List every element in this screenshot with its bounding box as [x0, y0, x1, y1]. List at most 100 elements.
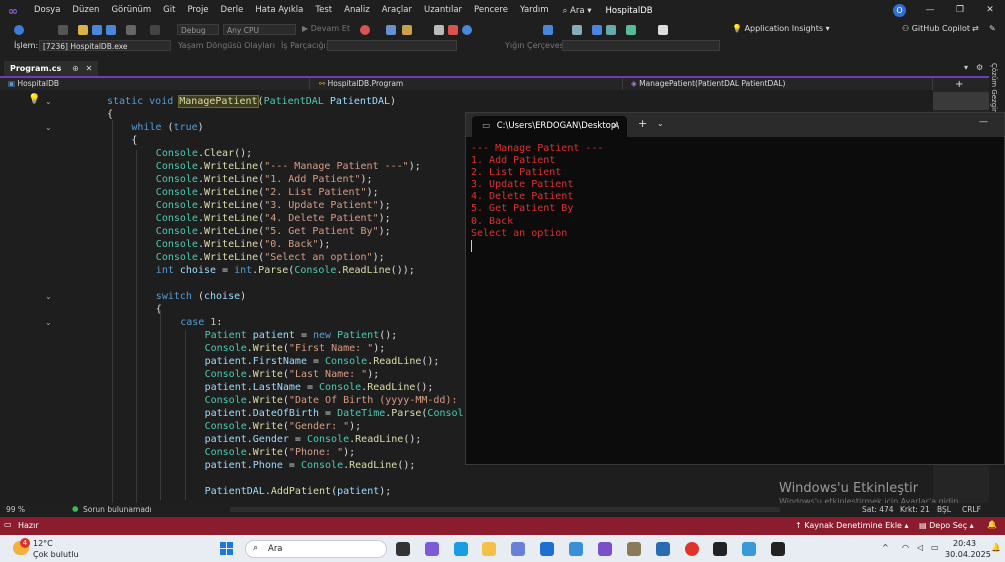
tab-dropdown-icon[interactable]: ▾ — [964, 63, 968, 72]
comment-icon[interactable] — [626, 25, 636, 35]
code-line[interactable]: Console.WriteLine("5. Get Patient By"); — [156, 225, 391, 238]
open-folder-icon[interactable] — [78, 25, 88, 35]
solution-explorer-tab[interactable]: Çözüm Gezgini — [990, 63, 998, 116]
code-line[interactable]: case 1: — [180, 316, 222, 329]
class-dropdown[interactable]: ⚯ HospitalDB.Program — [316, 78, 623, 90]
window-icon[interactable] — [592, 25, 602, 35]
pin-icon[interactable]: ⊕ — [72, 64, 79, 73]
remote-desktop-icon[interactable] — [569, 542, 583, 556]
platform-dropdown[interactable]: Any CPU — [223, 24, 296, 35]
code-line[interactable]: PatientDAL.AddPatient(patient); — [205, 485, 392, 498]
collapse-arrow-icon[interactable]: ⌄ — [45, 292, 52, 301]
code-line[interactable]: while (true) — [131, 121, 203, 134]
outlook-icon[interactable] — [540, 542, 554, 556]
code-line[interactable]: patient.Phone = Console.ReadLine(); — [205, 459, 416, 472]
code-line[interactable]: patient.LastName = Console.ReadLine(); — [205, 381, 434, 394]
file-explorer-icon[interactable] — [482, 542, 496, 556]
output-icon[interactable]: ▭ — [4, 520, 12, 529]
notepad-icon[interactable] — [656, 542, 670, 556]
project-dropdown[interactable]: ▣ HospitalDB — [5, 78, 310, 90]
stop-icon[interactable] — [448, 25, 458, 35]
code-line[interactable]: switch (choise) — [156, 290, 246, 303]
code-line[interactable]: static void ManagePatient(PatientDAL Pat… — [107, 95, 396, 108]
menu-yardim[interactable]: Yardım — [514, 0, 555, 21]
save-icon[interactable] — [92, 25, 102, 35]
tab-menu-chevron-icon[interactable]: ⌄ — [657, 119, 664, 128]
close-button[interactable]: ✕ — [975, 0, 1005, 21]
code-line[interactable]: Console.WriteLine("--- Manage Patient --… — [156, 160, 421, 173]
restart-icon[interactable] — [462, 25, 472, 35]
code-line[interactable]: int choise = int.Parse(Console.ReadLine(… — [156, 264, 415, 277]
tray-chevron-icon[interactable]: ^ — [882, 543, 889, 552]
stack-frame-dropdown[interactable] — [562, 40, 720, 51]
code-line[interactable]: Console.WriteLine("0. Back"); — [156, 238, 331, 251]
lightbulb-icon[interactable]: 💡 — [28, 94, 40, 105]
format-icon[interactable] — [606, 25, 616, 35]
line-ending[interactable]: CRLF — [962, 505, 981, 514]
zoom-level[interactable]: 99 % — [6, 505, 25, 514]
menu-hata-ayikla[interactable]: Hata Ayıkla — [249, 0, 309, 21]
minimap-viewport[interactable] — [933, 92, 989, 110]
battery-icon[interactable]: ▭ — [931, 543, 939, 552]
lifecycle-events-button[interactable]: Yaşam Döngüsü Olayları — [178, 41, 275, 50]
back-icon[interactable] — [58, 25, 68, 35]
edge-icon[interactable] — [454, 542, 468, 556]
breakpoint-icon[interactable] — [572, 25, 582, 35]
application-insights-button[interactable]: 💡 Application Insights ▾ — [732, 24, 830, 33]
line-number[interactable]: Sat: 474 — [862, 505, 894, 514]
copilot-app-icon[interactable] — [425, 542, 439, 556]
epic-games-icon[interactable] — [713, 542, 727, 556]
minimize-button[interactable]: — — [915, 0, 945, 21]
hot-reload-icon[interactable] — [360, 25, 370, 35]
code-line[interactable]: Console.Write("Phone: "); — [205, 446, 356, 459]
weather-desc[interactable]: Çok bulutlu — [33, 550, 79, 559]
code-line[interactable]: { — [131, 134, 137, 147]
menu-git[interactable]: Git — [157, 0, 181, 21]
diagnostics-icon[interactable] — [386, 25, 396, 35]
terminal-minimize-button[interactable]: — — [979, 117, 988, 127]
terminal-output[interactable]: --- Manage Patient --- 1. Add Patient 2. L… — [471, 143, 603, 253]
weather-temp[interactable]: 12°C — [33, 539, 53, 548]
bookmark-icon[interactable] — [658, 25, 668, 35]
notification-bell-icon[interactable]: 🔔 — [991, 543, 1001, 552]
feedback-icon[interactable]: ✎ — [989, 24, 996, 33]
app-icon[interactable] — [511, 542, 525, 556]
menu-pencere[interactable]: Pencere — [468, 0, 514, 21]
search-button[interactable]: ⌕ Ara ▾ — [563, 6, 592, 16]
member-dropdown[interactable]: ◈ ManagePatient(PatientDAL PatientDAL) — [628, 78, 933, 90]
code-line[interactable]: Console.Clear(); — [156, 147, 252, 160]
collapse-arrow-icon[interactable]: ⌄ — [45, 97, 52, 106]
code-line[interactable]: Console.Write("Last Name: "); — [205, 368, 380, 381]
undo-icon[interactable] — [126, 25, 136, 35]
tab-program-cs[interactable]: Program.cs ⊕ ✕ — [4, 61, 99, 76]
menu-derle[interactable]: Derle — [215, 0, 250, 21]
menu-araclar[interactable]: Araçlar — [376, 0, 418, 21]
code-line[interactable]: Console.Write("First Name: "); — [205, 342, 386, 355]
issues-label[interactable]: Sorun bulunamadı — [83, 505, 152, 514]
add-split-icon[interactable]: + — [955, 79, 963, 90]
terminal-tab[interactable]: ▭ C:\Users\ERDOGAN\Desktop\ ✕ — [472, 116, 627, 137]
code-line[interactable]: Console.Write("Date Of Birth (yyyy-MM-dd… — [205, 394, 464, 407]
menu-proje[interactable]: Proje — [181, 0, 214, 21]
events-icon[interactable] — [402, 25, 412, 35]
clock-time[interactable]: 20:43 — [953, 539, 976, 548]
snipping-tool-icon[interactable] — [742, 542, 756, 556]
wifi-icon[interactable]: ◠ — [902, 543, 909, 552]
maximize-button[interactable]: ❐ — [945, 0, 975, 21]
live-share-icon[interactable]: ⇄ — [972, 24, 979, 33]
code-line[interactable]: Console.WriteLine("3. Update Patient"); — [156, 199, 391, 212]
continue-button[interactable]: ▶ Devam Et — [302, 24, 350, 33]
code-line[interactable]: patient.FirstName = Console.ReadLine(); — [205, 355, 440, 368]
source-control-button[interactable]: ↑ Kaynak Denetimine Ekle ▴ — [795, 521, 909, 530]
code-line[interactable]: patient.Gender = Console.ReadLine(); — [205, 433, 422, 446]
code-line[interactable]: Console.WriteLine("2. List Patient"); — [156, 186, 379, 199]
clock-date[interactable]: 30.04.2025 — [945, 550, 991, 559]
visual-studio-icon[interactable] — [598, 542, 612, 556]
menu-test[interactable]: Test — [309, 0, 338, 21]
terminal-window[interactable]: ▭ C:\Users\ERDOGAN\Desktop\ ✕ + ⌄ — --- … — [465, 112, 1005, 465]
volume-icon[interactable]: ◁ — [917, 543, 923, 552]
chrome-icon[interactable] — [685, 542, 699, 556]
code-line[interactable]: Console.WriteLine("Select an option"); — [156, 251, 385, 264]
pause-icon[interactable] — [434, 25, 444, 35]
code-line[interactable]: Console.Write("Gender: "); — [205, 420, 362, 433]
